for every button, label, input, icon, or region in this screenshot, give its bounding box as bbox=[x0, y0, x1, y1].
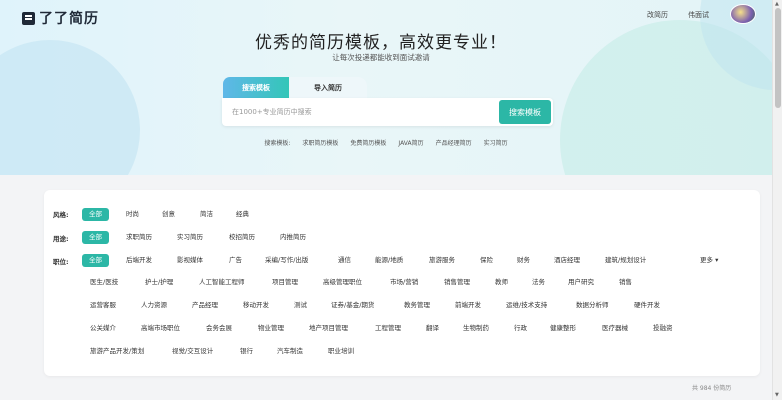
filter-usage-option[interactable]: 求职简历 bbox=[126, 231, 152, 244]
resume-count: 共 984 份简历 bbox=[692, 385, 732, 392]
filter-job-option[interactable]: 用户研究 bbox=[568, 276, 594, 289]
filter-job-option[interactable]: 人力资源 bbox=[141, 299, 167, 312]
filter-job-option[interactable]: 建筑/规划设计 bbox=[605, 254, 646, 267]
filter-job-option[interactable]: 酒店经理 bbox=[554, 254, 580, 267]
filter-job-option[interactable]: 会务会展 bbox=[206, 322, 232, 335]
tab-import-resume[interactable]: 导入简历 bbox=[289, 77, 367, 98]
nav-interview[interactable]: 伟面试 bbox=[688, 10, 709, 20]
logo-text: 了了简历 bbox=[39, 11, 99, 27]
filter-label-style: 风格: bbox=[53, 211, 69, 219]
filter-job-option[interactable]: 采编/写作/出版 bbox=[265, 254, 308, 267]
scrollbar[interactable]: ▲ ▼ bbox=[772, 0, 782, 400]
hot-link[interactable]: 产品经理简历 bbox=[436, 138, 472, 147]
nav-edit-resume[interactable]: 改简历 bbox=[647, 10, 668, 20]
filter-job-option[interactable]: 通信 bbox=[338, 254, 351, 267]
scroll-up-icon[interactable]: ▲ bbox=[775, 1, 779, 7]
filter-job-option[interactable]: 数据分析师 bbox=[576, 299, 609, 312]
scroll-down-icon[interactable]: ▼ bbox=[775, 392, 779, 398]
search-button[interactable]: 搜索模板 bbox=[499, 100, 551, 124]
filter-job-option[interactable]: 销售管理 bbox=[444, 276, 470, 289]
hot-link[interactable]: 求职简历模板 bbox=[302, 138, 338, 147]
filter-job-option[interactable]: 生物制药 bbox=[463, 322, 489, 335]
filter-job-option[interactable]: 运维/技术支持 bbox=[506, 299, 547, 312]
filter-style-option[interactable]: 全部 bbox=[82, 208, 109, 221]
filter-job-option[interactable]: 视觉/交互设计 bbox=[172, 345, 213, 358]
logo-icon bbox=[22, 11, 35, 25]
filter-job-option[interactable]: 销售 bbox=[619, 276, 632, 289]
filter-usage-option[interactable]: 实习简历 bbox=[177, 231, 203, 244]
more-label: 更多 bbox=[700, 256, 713, 264]
filter-job-option[interactable]: 法务 bbox=[532, 276, 545, 289]
filter-job-option[interactable]: 翻译 bbox=[426, 322, 439, 335]
filter-label-usage: 用途: bbox=[53, 235, 69, 243]
avatar[interactable] bbox=[730, 4, 756, 24]
filter-job-option[interactable]: 职业培训 bbox=[328, 345, 354, 358]
filter-job-option[interactable]: 测试 bbox=[294, 299, 307, 312]
filter-style-option[interactable]: 创意 bbox=[162, 208, 175, 221]
filter-job-option[interactable]: 项目管理 bbox=[272, 276, 298, 289]
filter-job-option[interactable]: 教师 bbox=[495, 276, 508, 289]
filter-job-option[interactable]: 医生/医技 bbox=[90, 276, 118, 289]
hero-title: 优秀的简历模板，高效更专业！ bbox=[255, 33, 507, 53]
hot-link[interactable]: JAVA简历 bbox=[398, 138, 423, 147]
search-box: 搜索模板 bbox=[222, 98, 553, 126]
filter-job-option[interactable]: 教务管理 bbox=[404, 299, 430, 312]
hero-subtitle: 让每次投递都能收到面试邀请 bbox=[332, 53, 430, 62]
filter-job-option[interactable]: 地产项目管理 bbox=[309, 322, 348, 335]
filter-job-option[interactable]: 银行 bbox=[240, 345, 253, 358]
filter-job-option[interactable]: 人工智能工程师 bbox=[199, 276, 245, 289]
filter-job-option[interactable]: 市场/营销 bbox=[390, 276, 418, 289]
filter-job-option[interactable]: 硬件开发 bbox=[634, 299, 660, 312]
hot-search-links: 搜索模板: 求职简历模板 免费简历模板 JAVA简历 产品经理简历 实习简历 bbox=[0, 138, 772, 147]
filter-job-option[interactable]: 医疗器械 bbox=[602, 322, 628, 335]
hot-link[interactable]: 免费简历模板 bbox=[350, 138, 386, 147]
filter-usage-option[interactable]: 校招简历 bbox=[229, 231, 255, 244]
filter-job-option[interactable]: 后端开发 bbox=[126, 254, 152, 267]
filter-job-option[interactable]: 广告 bbox=[229, 254, 242, 267]
filter-job-option[interactable]: 旅游产品开发/策划 bbox=[90, 345, 144, 358]
filter-job-option[interactable]: 运营客服 bbox=[90, 299, 116, 312]
search-input[interactable] bbox=[232, 102, 492, 122]
filter-job-option[interactable]: 工程管理 bbox=[375, 322, 401, 335]
filter-job-option[interactable]: 全部 bbox=[82, 254, 109, 267]
filter-job-option[interactable]: 行政 bbox=[514, 322, 527, 335]
filter-job-option[interactable]: 高级管理职位 bbox=[323, 276, 362, 289]
filter-job-option[interactable]: 护士/护理 bbox=[145, 276, 173, 289]
filter-job-option[interactable]: 前端开发 bbox=[455, 299, 481, 312]
filter-panel: 风格: 全部 时尚 创意 简洁 经典 用途: 全部 求职简历 实习简历 校招简历… bbox=[44, 190, 760, 376]
hot-search-label: 搜索模板: bbox=[264, 140, 291, 147]
tab-search-templates[interactable]: 搜索模板 bbox=[223, 77, 289, 98]
hero-banner: 了了简历 改简历 伟面试 优秀的简历模板，高效更专业！ 让每次投递都能收到面试邀… bbox=[0, 0, 772, 175]
filter-job-option[interactable]: 能源/地质 bbox=[375, 254, 403, 267]
filter-job-option[interactable]: 旅游服务 bbox=[429, 254, 455, 267]
filter-job-option[interactable]: 产品经理 bbox=[192, 299, 218, 312]
filter-usage-option[interactable]: 内推简历 bbox=[280, 231, 306, 244]
filter-job-option[interactable]: 高端市场职位 bbox=[141, 322, 180, 335]
filter-job-option[interactable]: 投融资 bbox=[653, 322, 673, 335]
filter-job-option[interactable]: 财务 bbox=[517, 254, 530, 267]
filter-style-option[interactable]: 简洁 bbox=[200, 208, 213, 221]
filter-job-option[interactable]: 移动开发 bbox=[243, 299, 269, 312]
filter-job-option[interactable]: 证券/基金/期货 bbox=[331, 299, 374, 312]
chevron-down-icon: ▾ bbox=[713, 256, 719, 264]
filter-style-option[interactable]: 经典 bbox=[236, 208, 249, 221]
filter-job-option[interactable]: 公关媒介 bbox=[90, 322, 116, 335]
hot-link[interactable]: 实习简历 bbox=[484, 138, 508, 147]
logo[interactable]: 了了简历 bbox=[22, 8, 99, 28]
filter-job-option[interactable]: 健康整形 bbox=[550, 322, 576, 335]
filter-label-job: 职位: bbox=[53, 258, 69, 266]
filter-style-option[interactable]: 时尚 bbox=[126, 208, 139, 221]
filter-job-option[interactable]: 汽车制造 bbox=[277, 345, 303, 358]
filter-more-toggle[interactable]: 更多 ▾ bbox=[700, 254, 718, 264]
filter-usage-option[interactable]: 全部 bbox=[82, 231, 109, 244]
filter-job-option[interactable]: 保险 bbox=[480, 254, 493, 267]
filter-job-option[interactable]: 物业管理 bbox=[258, 322, 284, 335]
filter-job-option[interactable]: 影视媒体 bbox=[177, 254, 203, 267]
scrollbar-thumb[interactable] bbox=[775, 8, 781, 108]
